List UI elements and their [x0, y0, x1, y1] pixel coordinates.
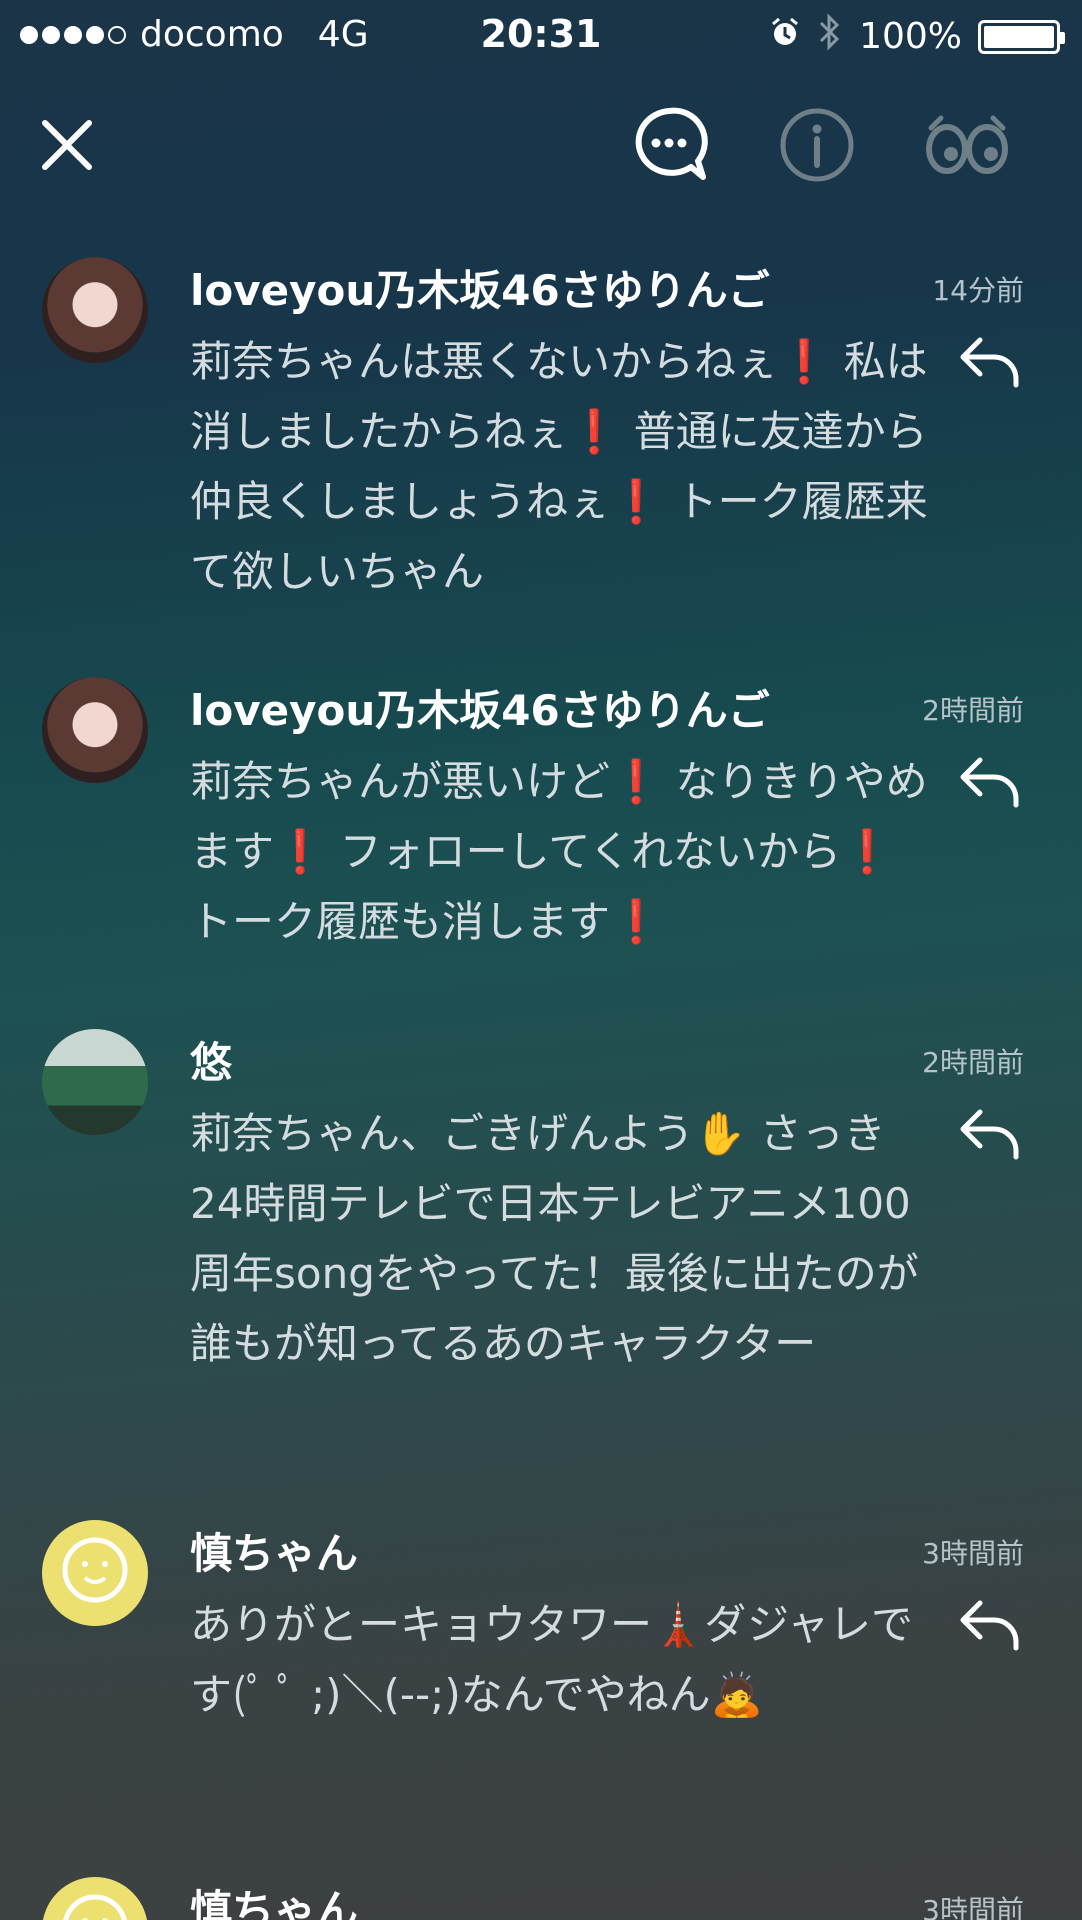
battery-percent: 100%: [859, 16, 962, 57]
exclamation-icon: ❗: [841, 827, 894, 876]
reply-icon[interactable]: [954, 327, 1024, 397]
exclamation-icon: ❗: [610, 897, 663, 946]
avatar[interactable]: [42, 1029, 148, 1135]
user-name[interactable]: loveyou乃木坂46さゆりんご: [190, 677, 770, 738]
close-icon[interactable]: [22, 100, 112, 190]
exclamation-icon: ❗: [610, 477, 663, 526]
avatar[interactable]: [42, 257, 148, 363]
exclamation-icon: ❗: [274, 827, 327, 876]
avatar[interactable]: [42, 1877, 148, 1920]
avatar[interactable]: [42, 1520, 148, 1626]
info-icon[interactable]: [772, 100, 862, 190]
exclamation-icon: ❗: [778, 337, 831, 386]
alarm-icon: [769, 16, 801, 57]
exclamation-icon: ❗: [610, 757, 663, 806]
status-right: 100%: [769, 12, 1065, 61]
message-text: ありがとーキョウタワー🗼ダジャレです(ﾟ ﾟ ;)＼(--;)なんでやねん🙇: [190, 1600, 914, 1719]
message-text: 莉奈ちゃん、ごきげんよう✋ さっき24時間テレビで日本テレビアニメ100周年so…: [190, 1109, 919, 1368]
timestamp: 3時間前: [922, 1894, 1024, 1920]
toolbar: [0, 100, 1082, 190]
user-name[interactable]: 悠: [190, 1029, 232, 1090]
exclamation-icon: ❗: [568, 407, 621, 456]
message-text: 莉奈ちゃんが悪いけど❗ なりきりやめます❗ フォローしてくれないから❗ トーク履…: [190, 757, 928, 946]
timestamp: 2時間前: [922, 1046, 1024, 1079]
timestamp: 2時間前: [922, 694, 1024, 727]
bluetooth-icon: [817, 12, 843, 61]
timestamp: 14分前: [932, 274, 1024, 307]
default-avatar-icon: [62, 1537, 128, 1603]
comment-icon[interactable]: [624, 100, 714, 190]
user-name[interactable]: 慎ちゃん: [190, 1520, 358, 1581]
reply-icon[interactable]: [954, 1099, 1024, 1169]
default-avatar-icon: [63, 1894, 127, 1920]
eyes-icon[interactable]: [922, 100, 1012, 190]
battery-icon: [978, 19, 1065, 54]
timestamp: 3時間前: [922, 1537, 1024, 1570]
reply-icon[interactable]: [954, 1590, 1024, 1660]
reply-icon[interactable]: [954, 747, 1024, 817]
user-name[interactable]: loveyou乃木坂46さゆりんご: [190, 257, 770, 318]
user-name[interactable]: 慎ちゃん: [190, 1877, 358, 1920]
avatar[interactable]: [42, 677, 148, 783]
status-bar: docomo 4G 20:31 100%: [0, 0, 1082, 70]
message-text: 莉奈ちゃんは悪くないからねぇ❗ 私は消しましたからねぇ❗ 普通に友達から仲良くし…: [190, 337, 928, 596]
